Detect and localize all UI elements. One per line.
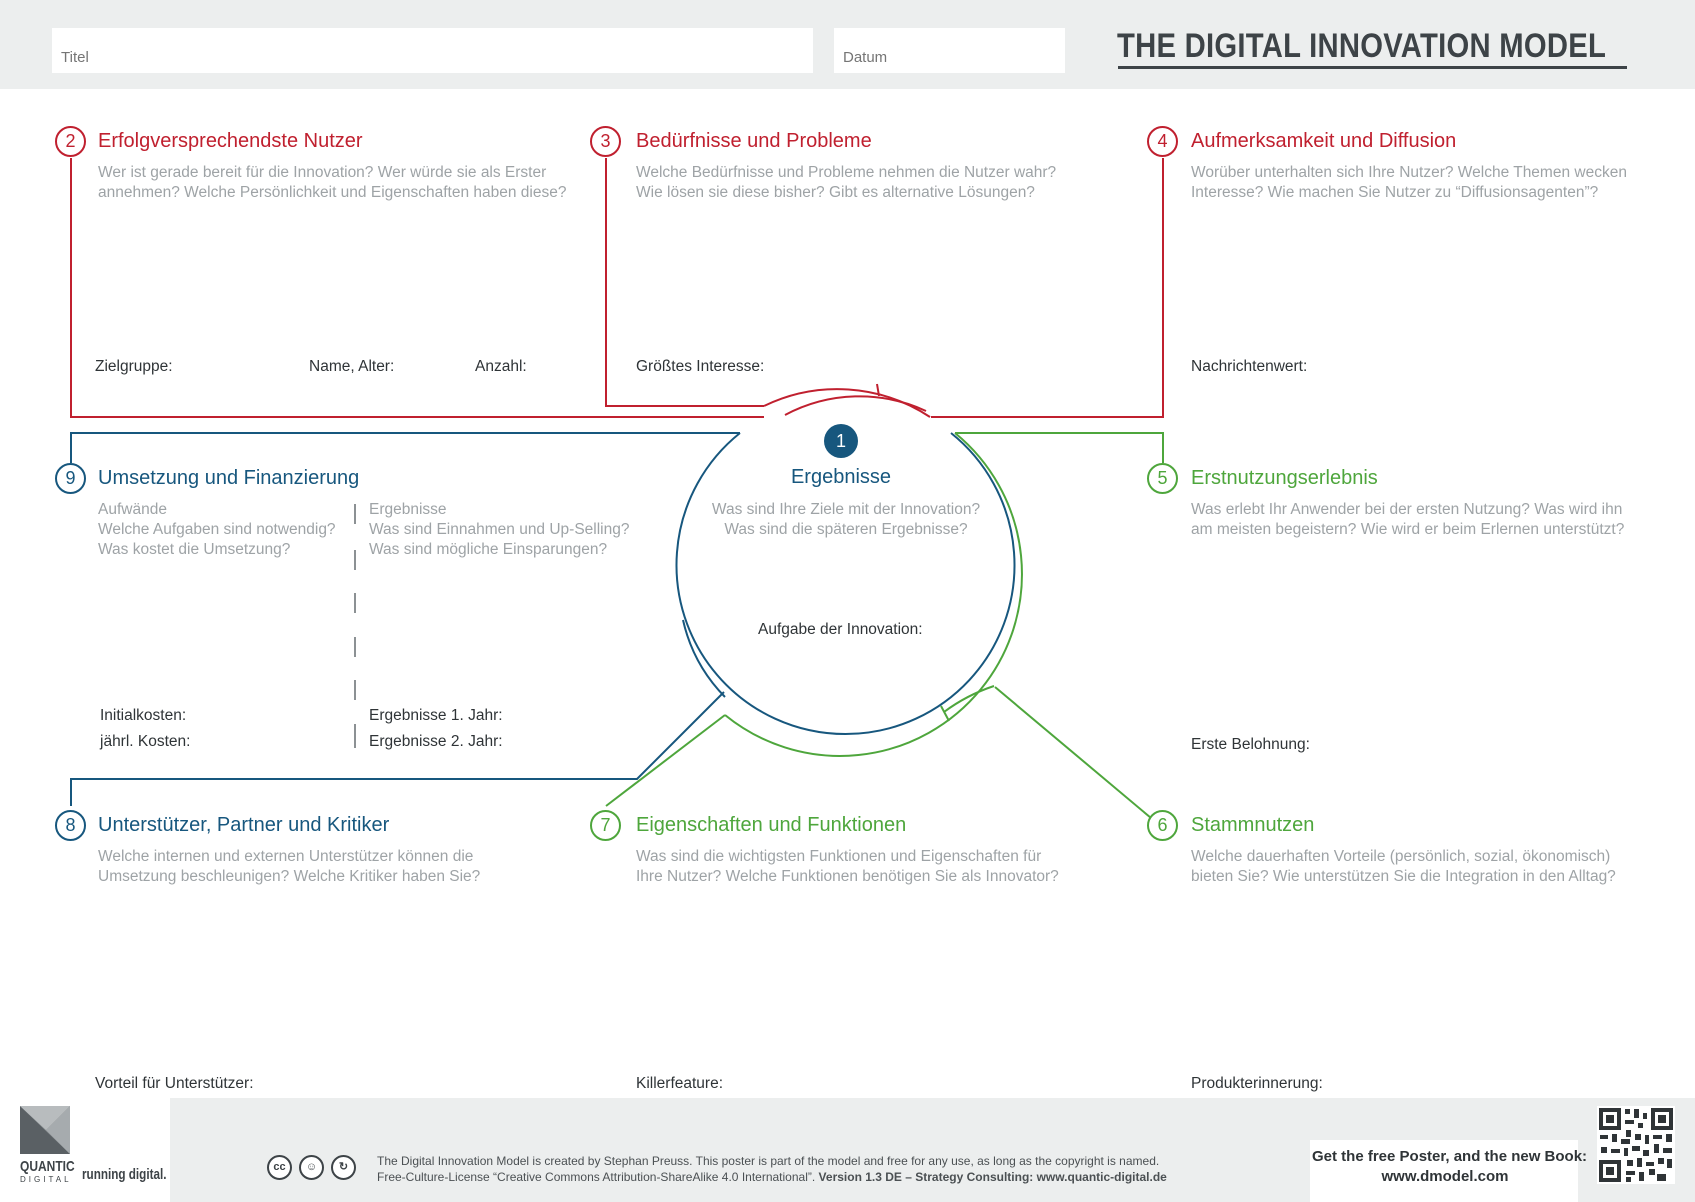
section-9-label-initialkosten: Initialkosten: [100,707,187,724]
section-2-title: Erfolgversprechendste Nutzer [98,130,363,152]
center-number-badge: 1 [824,424,858,458]
section-6-number: 6 [1147,810,1178,841]
section-7-question: Was sind die wichtigsten Funktionen und … [636,848,1059,885]
center-label: Aufgabe der Innovation: [758,621,923,638]
center-title: Ergebnisse [790,466,892,488]
section-3-label-interesse: Größtes Interesse: [636,358,765,375]
section-9-left-question: Welche Aufgaben sind notwendig? Was kost… [98,521,336,558]
promo-line-1: Get the free Poster, and the new Book: [1312,1148,1588,1165]
logo-sub: DIGITAL [20,1175,72,1184]
section-3-number: 3 [590,126,621,157]
section-3-title: Bedürfnisse und Probleme [636,130,872,152]
section-4-number: 4 [1147,126,1178,157]
divider-dash [354,504,356,524]
license-line-1: The Digital Innovation Model is created … [377,1154,1160,1168]
section-5-question: Was erlebt Ihr Anwender bei der ersten N… [1191,501,1625,538]
arc-green-2 [943,685,995,713]
section-8-number: 8 [55,810,86,841]
section-2-label-zielgruppe: Zielgruppe: [95,358,173,375]
connector-5 [955,432,1164,463]
section-8-label-vorteil: Vorteil für Unterstützer: [95,1075,254,1092]
license-line-2b: Version 1.3 DE – Strategy Consulting: ww… [818,1170,1167,1184]
section-8-question: Welche internen und externen Unterstütze… [98,848,481,885]
section-5-number: 5 [1147,463,1178,494]
section-5-title: Erstnutzungserlebnis [1191,467,1378,489]
section-9-right-title: Ergebnisse [369,501,447,518]
divider-dash [354,680,356,700]
section-4-question: Worüber unterhalten sich Ihre Nutzer? We… [1191,164,1627,201]
section-8-title: Unterstützer, Partner und Kritiker [98,814,390,836]
section-3-question: Welche Bedürfnisse und Probleme nehmen d… [636,164,1057,201]
section-6-question: Welche dauerhaften Vorteile (persönlich,… [1191,848,1616,885]
arc-red-inner [784,395,927,416]
section-7-title: Eigenschaften und Funktionen [636,814,907,836]
connector-6 [994,686,1152,819]
section-9-number: 9 [55,463,86,494]
section-9-left-title: Aufwände [98,501,167,518]
logo-name: QUANTIC [20,1158,75,1175]
section-2-label-anzahl: Anzahl: [475,358,527,375]
section-9-label-ergebnisse-2: Ergebnisse 2. Jahr: [369,733,503,750]
sa-icon: ↻ [331,1155,356,1180]
divider-dash [354,637,356,657]
section-6-title: Stammnutzen [1191,814,1315,836]
section-6-label-produkterinnerung: Produkterinnerung: [1191,1075,1323,1092]
promo-line-2[interactable]: www.dmodel.com [1312,1168,1578,1185]
quantic-logo-icon [20,1106,70,1154]
section-5-label-erste-belohnung: Erste Belohnung: [1191,736,1310,753]
section-2-label-name-alter: Name, Alter: [309,358,395,375]
section-9-title: Umsetzung und Finanzierung [98,467,360,489]
section-9-label-jaehrl-kosten: jährl. Kosten: [100,733,191,750]
connector-9 [70,432,740,463]
section-7-label-killerfeature: Killerfeature: [636,1075,724,1092]
by-icon: ☺ [299,1155,324,1180]
section-2-question: Wer ist gerade bereit für die Innovation… [98,164,567,201]
divider-dash [354,724,356,748]
connector-7 [605,714,726,807]
section-2-number: 2 [55,126,86,157]
section-4-label-nachrichtenwert: Nachrichtenwert: [1191,358,1308,375]
license-line-2a: Free-Culture-License “Creative Commons A… [377,1170,816,1184]
section-7-number: 7 [590,810,621,841]
section-9-right-question: Was sind Einnahmen und Up-Selling? Was s… [369,521,630,558]
slogan: running digital. [82,1166,167,1183]
section-4-title: Aufmerksamkeit und Diffusion [1191,130,1457,152]
cc-icon: cc [267,1155,292,1180]
license-line-2: Free-Culture-License “Creative Commons A… [377,1170,1167,1184]
qr-code-icon [1597,1106,1675,1184]
divider-dash [354,550,356,570]
divider-dash [354,593,356,613]
center-question: Was sind Ihre Ziele mit der Innovation? … [711,501,981,538]
section-9-label-ergebnisse-1: Ergebnisse 1. Jahr: [369,707,503,724]
